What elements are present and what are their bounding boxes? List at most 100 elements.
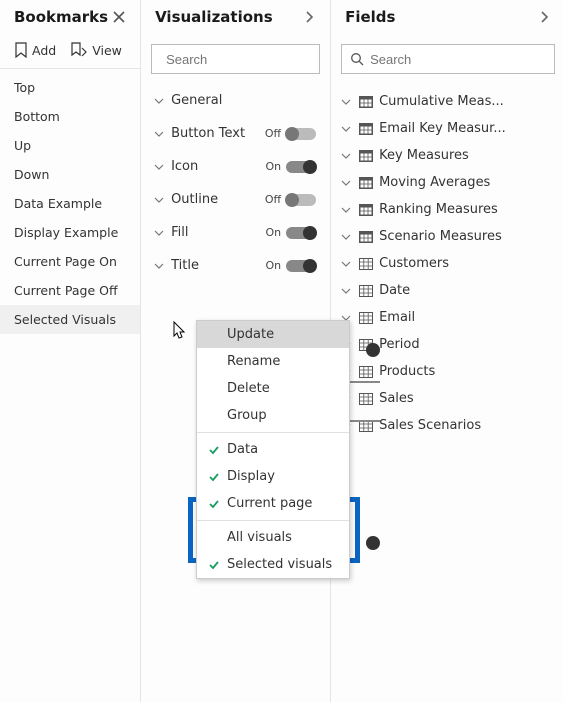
- bookmark-item[interactable]: Display Example: [0, 218, 140, 247]
- field-label: Email Key Measur...: [379, 121, 506, 136]
- field-row[interactable]: Ranking Measures: [331, 196, 563, 223]
- format-section-icon[interactable]: Icon On: [145, 150, 326, 183]
- context-menu-item[interactable]: Display: [197, 463, 349, 490]
- context-menu-item[interactable]: Rename: [197, 348, 349, 375]
- context-menu-label: Rename: [227, 354, 280, 369]
- toggle-knob-overflow: [350, 536, 380, 550]
- field-row[interactable]: Sales Scenarios: [331, 412, 563, 439]
- chevron-down-icon: [339, 125, 353, 133]
- bookmarks-toolbar: Add View: [0, 36, 140, 69]
- field-label: Sales Scenarios: [379, 418, 481, 433]
- bookmark-item-label: Current Page On: [14, 254, 117, 269]
- chevron-down-icon: [339, 233, 353, 241]
- toggle-bar-overflow: [350, 420, 380, 422]
- context-menu-item[interactable]: Update: [197, 321, 349, 348]
- cursor-pointer-icon: [168, 320, 188, 346]
- search-input[interactable]: [370, 52, 546, 67]
- context-menu-label: Update: [227, 327, 274, 342]
- table-icon: [359, 285, 373, 297]
- context-menu-label: Display: [227, 469, 275, 484]
- bookmark-item-label: Up: [14, 138, 31, 153]
- chevron-right-icon[interactable]: [298, 6, 320, 28]
- search-icon: [350, 52, 364, 66]
- chevron-right-icon[interactable]: [533, 6, 555, 28]
- fields-list: Cumulative Meas... Email Key Measur... Key…: [331, 84, 563, 443]
- context-menu-label: Selected visuals: [227, 557, 332, 572]
- add-bookmark-button[interactable]: Add: [14, 42, 56, 58]
- context-menu-item[interactable]: Current page: [197, 490, 349, 517]
- context-menu-label: Data: [227, 442, 258, 457]
- visualizations-search[interactable]: [151, 44, 320, 74]
- chevron-down-icon: [339, 260, 353, 268]
- bookmark-item[interactable]: Up: [0, 131, 140, 160]
- bookmark-item[interactable]: Current Page On: [0, 247, 140, 276]
- chevron-down-icon: [153, 97, 165, 105]
- bookmark-item[interactable]: Selected Visuals: [0, 305, 140, 334]
- bookmark-item[interactable]: Current Page Off: [0, 276, 140, 305]
- format-label: Button Text: [171, 126, 245, 141]
- field-label: Customers: [379, 256, 449, 271]
- search-input[interactable]: [166, 52, 342, 67]
- context-menu-item[interactable]: Selected visuals: [197, 551, 349, 578]
- toggle-switch[interactable]: [286, 194, 316, 206]
- format-section-fill[interactable]: Fill On: [145, 216, 326, 249]
- view-bookmark-button[interactable]: View: [70, 42, 122, 58]
- field-row[interactable]: Email: [331, 304, 563, 331]
- measure-table-icon: [359, 96, 373, 108]
- bookmark-item[interactable]: Data Example: [0, 189, 140, 218]
- field-row[interactable]: Cumulative Meas...: [331, 88, 563, 115]
- bookmark-view-icon: [70, 42, 88, 58]
- bookmark-item-label: Current Page Off: [14, 283, 118, 298]
- bookmarks-pane: Bookmarks Add View Top Bottom Up Down Da…: [0, 0, 141, 702]
- format-section-title[interactable]: Title On: [145, 249, 326, 282]
- field-label: Period: [379, 337, 420, 352]
- field-row[interactable]: Date: [331, 277, 563, 304]
- format-section-button-text[interactable]: Button Text Off: [145, 117, 326, 150]
- bookmark-item-label: Selected Visuals: [14, 312, 116, 327]
- field-label: Cumulative Meas...: [379, 94, 504, 109]
- context-menu-item[interactable]: Data: [197, 436, 349, 463]
- context-menu-label: Current page: [227, 496, 312, 511]
- format-label: Outline: [171, 192, 218, 207]
- bookmark-item[interactable]: Top: [0, 73, 140, 102]
- field-row[interactable]: Sales: [331, 385, 563, 412]
- field-row[interactable]: Scenario Measures: [331, 223, 563, 250]
- bookmark-item-label: Bottom: [14, 109, 60, 124]
- checkmark-icon: [207, 498, 221, 510]
- chevron-down-icon: [339, 152, 353, 160]
- measure-table-icon: [359, 177, 373, 189]
- field-row[interactable]: Email Key Measur...: [331, 115, 563, 142]
- bookmark-add-icon: [14, 42, 28, 58]
- format-section-outline[interactable]: Outline Off: [145, 183, 326, 216]
- close-icon[interactable]: [108, 6, 130, 28]
- format-label: Fill: [171, 225, 188, 240]
- context-menu-item[interactable]: All visuals: [197, 524, 349, 551]
- toggle-switch[interactable]: [286, 128, 316, 140]
- toggle-state: On: [265, 160, 281, 173]
- bookmarks-header: Bookmarks: [0, 0, 140, 36]
- fields-title: Fields: [345, 8, 395, 26]
- toggle-knob-overflow: [350, 343, 380, 357]
- field-row[interactable]: Moving Averages: [331, 169, 563, 196]
- context-menu-item[interactable]: Delete: [197, 375, 349, 402]
- bookmark-item-label: Display Example: [14, 225, 118, 240]
- add-bookmark-label: Add: [32, 43, 56, 58]
- context-menu-item[interactable]: Group: [197, 402, 349, 429]
- field-label: Moving Averages: [379, 175, 490, 190]
- toggle-switch[interactable]: [286, 161, 316, 173]
- table-icon: [359, 312, 373, 324]
- chevron-down-icon: [153, 163, 165, 171]
- format-section-general[interactable]: General: [145, 84, 326, 117]
- field-row[interactable]: Customers: [331, 250, 563, 277]
- chevron-down-icon: [153, 229, 165, 237]
- bookmark-item[interactable]: Bottom: [0, 102, 140, 131]
- field-label: Ranking Measures: [379, 202, 498, 217]
- toggle-switch[interactable]: [286, 227, 316, 239]
- chevron-down-icon: [339, 179, 353, 187]
- bookmarks-title: Bookmarks: [14, 8, 108, 26]
- format-label: Title: [171, 258, 199, 273]
- fields-search[interactable]: [341, 44, 555, 74]
- bookmark-item[interactable]: Down: [0, 160, 140, 189]
- field-row[interactable]: Key Measures: [331, 142, 563, 169]
- toggle-switch[interactable]: [286, 260, 316, 272]
